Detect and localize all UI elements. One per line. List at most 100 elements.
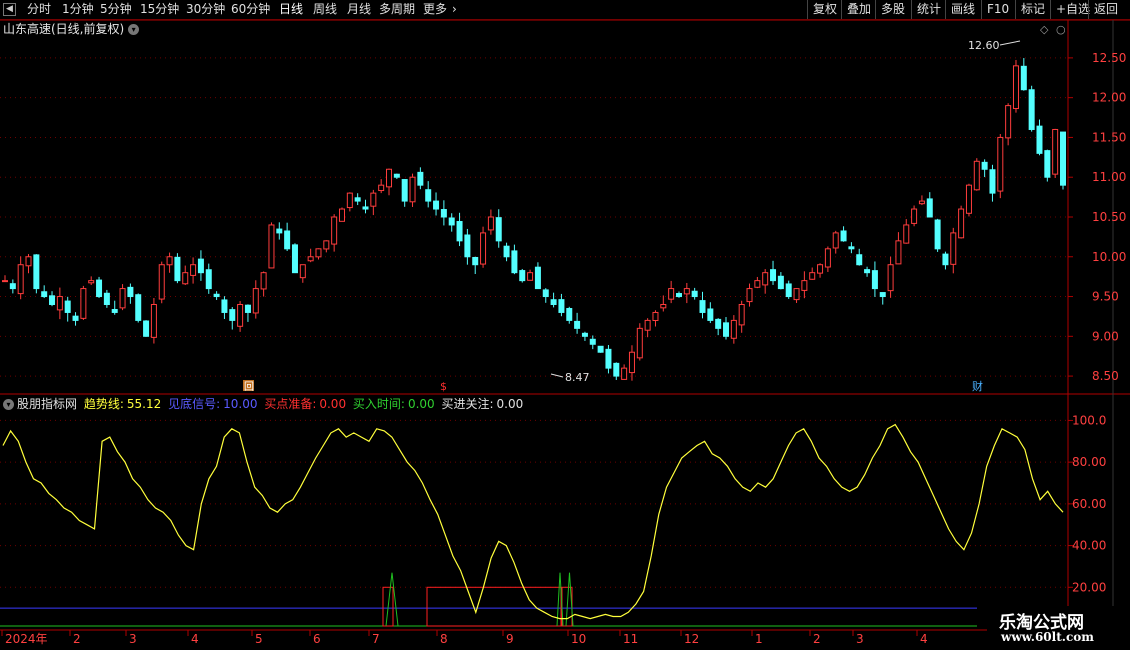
circle-icon: ○	[1056, 23, 1066, 36]
candle-body	[723, 322, 730, 337]
candle-body	[965, 184, 972, 214]
date-label: 3	[856, 632, 864, 646]
candle-body	[480, 232, 487, 265]
candle-body	[41, 291, 48, 298]
dividend-marker: $	[440, 380, 447, 393]
candle-body	[229, 309, 236, 321]
candle-body	[299, 264, 306, 279]
candle-body	[386, 168, 393, 188]
indicator-tick-label: 20.00	[1072, 580, 1106, 594]
candle-body	[817, 264, 824, 274]
diamond-icon: ◇	[1040, 23, 1049, 36]
candle-body	[997, 136, 1004, 192]
candle-body	[433, 200, 440, 210]
candle-body	[519, 270, 526, 282]
candle-body	[1020, 65, 1027, 91]
high-price-label: 12.60	[968, 39, 1000, 52]
candle-body	[1005, 105, 1012, 139]
candle-body	[127, 286, 134, 298]
candle-body	[824, 248, 831, 268]
date-label: 12	[684, 632, 699, 646]
candle-body	[464, 234, 471, 258]
candle-body	[393, 173, 400, 178]
candle-body	[895, 240, 902, 265]
candle-body	[487, 216, 494, 231]
candle-body	[785, 283, 792, 298]
candle-body	[378, 184, 385, 192]
candle-body	[448, 217, 455, 226]
candle-body	[856, 254, 863, 266]
low-arrow	[550, 373, 564, 378]
candle-body	[472, 256, 479, 266]
date-label: 1	[755, 632, 763, 646]
kline-chart[interactable]: 12.50 12.00 11.50 11.00 10.50 10.00 9.50 9.00 8.…	[0, 0, 1130, 650]
candle-body	[135, 294, 142, 321]
date-label: 8	[440, 632, 448, 646]
candle-body	[934, 219, 941, 250]
candle-body	[738, 303, 745, 326]
candle-body	[96, 279, 103, 298]
candle-body	[793, 288, 800, 301]
candle-body	[879, 292, 886, 298]
date-label: 7	[372, 632, 380, 646]
candle-body	[644, 319, 651, 331]
candle-body	[331, 216, 338, 245]
candle-body	[307, 256, 314, 262]
candle-body	[72, 315, 79, 321]
candle-body	[150, 303, 157, 338]
candle-body	[252, 288, 259, 314]
candle-body	[370, 192, 377, 207]
event-marker: 回	[244, 381, 254, 393]
candle-body	[346, 192, 353, 209]
candle-body	[511, 250, 518, 274]
candle-body	[628, 351, 635, 374]
candle-body	[989, 169, 996, 194]
candle-body	[926, 198, 933, 218]
candle-body	[605, 348, 612, 369]
candle-body	[221, 299, 228, 313]
candle-body	[205, 269, 212, 290]
candle-body	[942, 253, 949, 266]
candle-body	[613, 362, 620, 377]
date-label: 6	[313, 632, 321, 646]
candle-body	[158, 264, 165, 300]
candle-body	[244, 304, 251, 313]
candle-body	[80, 288, 87, 319]
candle-body	[1028, 89, 1035, 130]
candle-body	[864, 269, 871, 274]
indicator-tick-label: 80.00	[1072, 455, 1106, 469]
candle-body	[699, 300, 706, 313]
candle-body	[566, 308, 573, 321]
candle-body	[9, 283, 16, 290]
candle-body	[456, 221, 463, 242]
candle-body	[417, 171, 424, 186]
candle-body	[950, 232, 957, 265]
candle-body	[338, 208, 345, 222]
low-price-label: 8.47	[565, 371, 590, 384]
price-tick-label: 12.00	[1092, 91, 1126, 105]
candle-body	[503, 245, 510, 258]
candle-body	[323, 240, 330, 250]
candle-body	[558, 299, 565, 313]
indicator-tick-label: 40.00	[1072, 539, 1106, 553]
price-tick-label: 10.50	[1092, 210, 1126, 224]
date-label: 10	[571, 632, 586, 646]
date-label: 5	[255, 632, 263, 646]
candle-body	[597, 345, 604, 353]
candle-body	[809, 272, 816, 280]
candle-body	[166, 256, 173, 266]
price-tick-label: 9.50	[1092, 290, 1119, 304]
candle-body	[871, 270, 878, 290]
candle-body	[354, 197, 361, 202]
candle-body	[527, 272, 534, 281]
candle-body	[801, 280, 808, 291]
candle-body	[589, 338, 596, 345]
date-label: 2	[73, 632, 81, 646]
candle-body	[17, 264, 24, 295]
candle-body	[88, 280, 95, 284]
candle-body	[1044, 150, 1051, 178]
candle-body	[707, 308, 714, 321]
candle-body	[2, 280, 8, 283]
buy-ready-box	[426, 586, 562, 627]
candle-body	[440, 209, 447, 218]
